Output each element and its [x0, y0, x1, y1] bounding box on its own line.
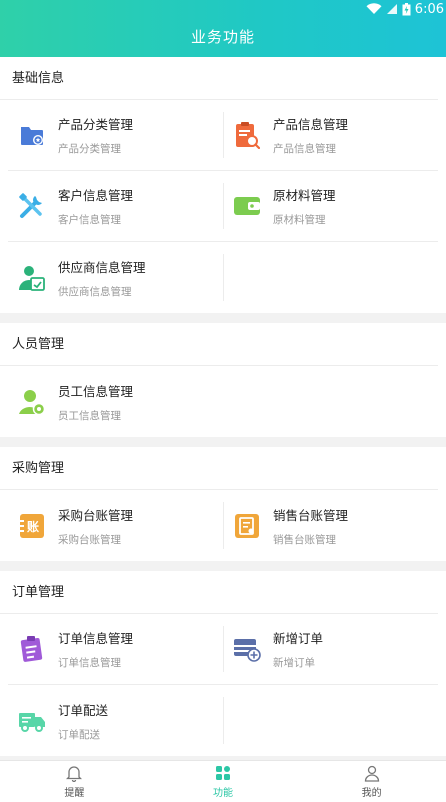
tab-label: 功能	[213, 788, 233, 799]
menu-item-sublabel: 客户信息管理	[58, 214, 121, 226]
section-title: 采购管理	[0, 447, 438, 490]
section-title: 订单管理	[0, 571, 438, 614]
menu-item-order-info[interactable]: 订单信息管理 订单信息管理	[8, 614, 223, 684]
add-order-icon	[233, 635, 261, 663]
status-bar: 6:06	[366, 0, 446, 18]
menu-item-label: 客户信息管理	[58, 188, 134, 203]
menu-item-sublabel: 销售台账管理	[273, 533, 336, 546]
tab-reminders[interactable]: 提醒	[0, 761, 149, 802]
tab-label: 提醒	[64, 788, 85, 799]
function-list[interactable]: 基础信息 产品分类管理 产品分类管理 产品信息管理 产品信息管理 客户信息管理 …	[0, 57, 446, 760]
battery-charging-icon	[402, 2, 411, 15]
grid-icon	[214, 764, 232, 782]
app-header: 6:06 业务功能	[0, 0, 446, 57]
menu-item-sublabel: 订单配送	[58, 728, 100, 741]
menu-row: 订单配送 订单配送	[8, 685, 438, 756]
section-purchase: 采购管理 账 采购台账管理 采购台账管理 销售台账管理 销售台账管理	[0, 447, 446, 561]
clipboard-search-icon	[233, 121, 261, 149]
truck-icon	[18, 707, 46, 735]
menu-item-employee-info[interactable]: 员工信息管理 员工信息管理	[8, 366, 438, 437]
menu-row: 账 采购台账管理 采购台账管理 销售台账管理 销售台账管理	[8, 490, 438, 561]
menu-item-label: 员工信息管理	[58, 383, 134, 399]
section-orders: 订单管理 订单信息管理 订单信息管理 新增订单 新增订单 订单配送 订单配送	[0, 571, 446, 756]
menu-item-supplier-info[interactable]: 供应商信息管理 供应商信息管理	[8, 242, 223, 313]
menu-item-label: 供应商信息管理	[58, 259, 146, 275]
menu-item-product-info[interactable]: 产品信息管理 产品信息管理	[223, 100, 438, 170]
ledger-glyph: 账	[27, 519, 40, 534]
menu-item-label: 订单信息管理	[58, 631, 134, 646]
menu-item-label: 新增订单	[273, 631, 324, 646]
menu-item-sublabel: 新增订单	[273, 657, 315, 669]
user-gear-icon	[18, 388, 46, 416]
menu-item-sales-ledger[interactable]: 销售台账管理 销售台账管理	[223, 490, 438, 561]
menu-item-sublabel: 订单信息管理	[58, 657, 121, 669]
menu-empty-cell	[223, 242, 438, 313]
wallet-icon	[233, 192, 261, 220]
menu-item-label: 采购台账管理	[58, 507, 134, 523]
sales-ledger-icon	[233, 512, 261, 540]
menu-item-order-delivery[interactable]: 订单配送 订单配送	[8, 685, 223, 756]
ledger-icon: 账	[18, 512, 46, 540]
menu-empty-cell	[223, 685, 438, 756]
menu-item-sublabel: 产品分类管理	[58, 143, 121, 155]
tab-profile[interactable]: 我的	[297, 761, 446, 802]
supplier-icon	[18, 264, 46, 292]
menu-item-sublabel: 员工信息管理	[58, 409, 121, 422]
section-title: 基础信息	[0, 57, 438, 100]
menu-item-raw-materials[interactable]: 原材料管理 原材料管理	[223, 171, 438, 241]
page-title: 业务功能	[190, 28, 255, 46]
tab-label: 我的	[361, 788, 382, 799]
section-title: 人员管理	[0, 323, 438, 366]
menu-row: 产品分类管理 产品分类管理 产品信息管理 产品信息管理	[8, 100, 438, 171]
menu-item-sublabel: 供应商信息管理	[58, 285, 132, 298]
bottom-tabbar: 提醒 功能 我的	[0, 760, 446, 802]
menu-item-sublabel: 原材料管理	[273, 214, 326, 226]
section-basic-info: 基础信息 产品分类管理 产品分类管理 产品信息管理 产品信息管理 客户信息管理 …	[0, 57, 446, 313]
menu-item-label: 销售台账管理	[273, 507, 349, 523]
menu-row: 供应商信息管理 供应商信息管理	[8, 242, 438, 313]
signal-icon	[386, 4, 397, 14]
menu-row: 客户信息管理 客户信息管理 原材料管理 原材料管理	[8, 171, 438, 242]
wifi-icon	[366, 3, 382, 15]
menu-item-purchase-ledger[interactable]: 账 采购台账管理 采购台账管理	[8, 490, 223, 561]
menu-item-label: 订单配送	[58, 702, 109, 718]
bell-icon	[65, 764, 83, 782]
status-time: 6:06	[414, 1, 444, 17]
menu-item-label: 原材料管理	[273, 188, 336, 203]
section-personnel: 人员管理 员工信息管理 员工信息管理	[0, 323, 446, 437]
menu-row: 员工信息管理 员工信息管理	[8, 366, 438, 437]
menu-item-product-category[interactable]: 产品分类管理 产品分类管理	[8, 100, 223, 170]
tab-functions[interactable]: 功能	[149, 761, 298, 802]
menu-item-customer-info[interactable]: 客户信息管理 客户信息管理	[8, 171, 223, 241]
person-icon	[363, 764, 381, 782]
tools-icon	[18, 192, 46, 220]
folder-star-icon	[18, 121, 46, 149]
menu-item-label: 产品分类管理	[58, 117, 134, 132]
menu-item-add-order[interactable]: 新增订单 新增订单	[223, 614, 438, 684]
menu-row: 订单信息管理 订单信息管理 新增订单 新增订单	[8, 614, 438, 685]
order-clipboard-icon	[18, 635, 46, 663]
menu-item-sublabel: 采购台账管理	[58, 533, 121, 546]
menu-item-sublabel: 产品信息管理	[273, 143, 336, 155]
menu-item-label: 产品信息管理	[273, 117, 349, 132]
